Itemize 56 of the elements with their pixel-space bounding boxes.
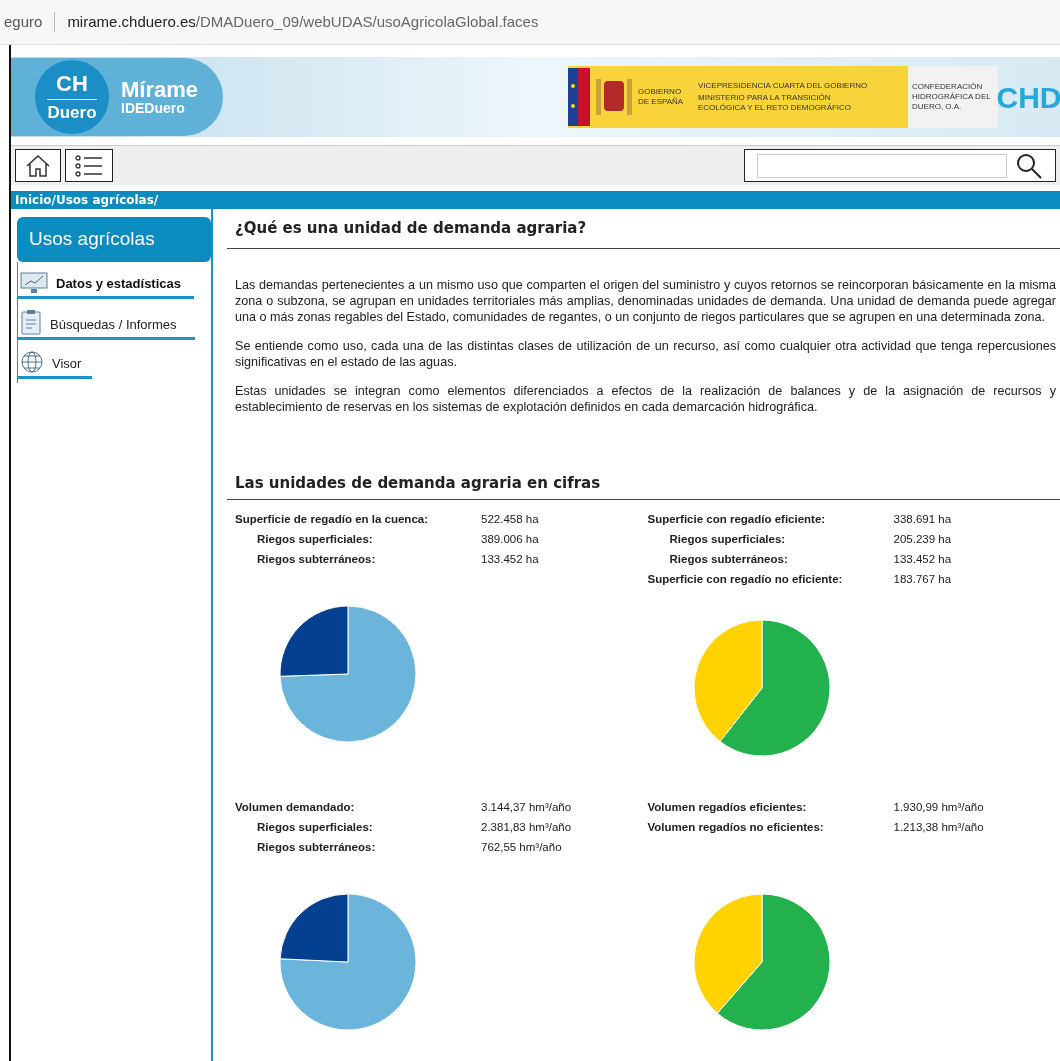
figure-value: 133.452 ha [893,552,952,566]
sidebar-item[interactable]: Visor [18,340,92,379]
figure-label: Volumen regadíos eficientes: [647,800,808,814]
paragraph: Las demandas pertenecientes a un mismo uso que comparten el origen del suministro y cuyos retornos se reincorporan básicamente en la misma zona o subzona, se agrupan en unidades territoriales más amplias, denominadas unidades de demanda. Una unidad de demanda puede agregar una o más zonas regables del Estado, comunidades de regantes, o un conjunto de riegos particulares que se agrupen en una determinada zona. [235,277,1056,325]
section-heading: Las unidades de demanda agraria en cifras [227,467,1060,500]
logo-text: Duero [47,99,97,121]
logo[interactable]: CH Duero Mírame IDEDuero [11,58,223,136]
figure-label: Superficie de regadío en la cuenca: [235,512,429,526]
figure-label: Superficie con regadío no eficiente: [647,572,844,586]
search-icon[interactable] [1015,151,1043,180]
paragraph: Se entiende como uso, cada una de las distintas clases de utilización de un recurso, así como cualquier otra actividad que tenga repercusiones significativas en el estado de las aguas. [235,338,1056,370]
government-label: GOBIERNO DE ESPAÑA [638,87,685,107]
sidebar-item[interactable]: Búsquedas / Informes [18,299,195,340]
list-icon [74,153,104,178]
figure-label: Volumen regadíos no eficientes: [647,820,825,834]
figure-value: 3.144,37 hm³/año [481,800,572,814]
monitor-chart-icon [20,272,48,294]
chd-logo: CHD [996,79,1060,116]
confederation-label: CONFEDERACIÓN HIDROGRÁFICA DEL DUERO, O.A. [912,82,992,112]
figure-label: Riegos subterráneos: [668,552,789,566]
sidebar-item[interactable]: Datos y estadísticas [18,262,194,299]
section-heading: ¿Qué es una unidad de demanda agraria? [227,209,1060,249]
figure-value: 338.691 ha [893,512,952,526]
figure-value: 1.930,99 hm³/año [893,800,984,814]
figure-label: Riegos subterráneos: [256,840,377,854]
figure-label: Riegos superficiales: [668,532,787,546]
figure-value: 762,55 hm³/año [481,840,562,854]
brand-name: Mírame [121,79,199,101]
url-field[interactable]: mirame.chduero.es/DMADuero_09/webUDAS/usoAgricolaGlobal.faces [67,10,539,34]
paragraph: Estas unidades se integran como elementos diferenciados a efectos de la realización de balances y de la asignación de recursos y establecimiento de reservas en los sistemas de explotación definidos en cada demarcación hidrográfica. [235,383,1056,415]
figure-value: 183.767 ha [893,572,952,586]
figure-value: 522.458 ha [481,512,539,526]
brand-subtitle: IDEDuero [121,101,186,115]
search-field[interactable] [757,153,1007,178]
figure-label: Riegos superficiales: [256,820,374,834]
home-icon [25,153,51,178]
logo-text: CH [56,73,88,95]
figure-label: Superficie con regadío eficiente: [647,512,827,526]
figure-label: Riegos superficiales: [256,532,374,546]
figure-label: Riegos subterráneos: [256,552,377,566]
eu-flag-icon [568,68,590,126]
figure-value: 2.381,83 hm³/año [481,820,572,834]
clipboard-icon [20,309,42,335]
globe-icon [20,350,44,374]
sidebar-title: Usos agrícolas [17,217,211,262]
figure-label: Volumen demandado: [235,800,356,814]
ministry-label: MINISTERIO PARA LA TRANSICIÓN ECOLÓGICA Y EL RETO DEMOGRÁFICO [698,93,853,113]
vice-presidency-label: VICEPRESIDENCIA CUARTA DEL GOBIERNO [698,81,868,91]
figure-value: 389.006 ha [481,532,539,546]
security-label: eguro [3,11,43,32]
figure-value: 1.213,38 hm³/año [893,820,984,834]
figure-value: 205.239 ha [893,532,952,546]
menu-button[interactable] [65,149,113,182]
figure-value: 133.452 ha [481,552,539,566]
breadcrumb[interactable]: Inicio/Usos agrícolas/ [15,191,159,209]
home-button[interactable] [15,149,61,182]
